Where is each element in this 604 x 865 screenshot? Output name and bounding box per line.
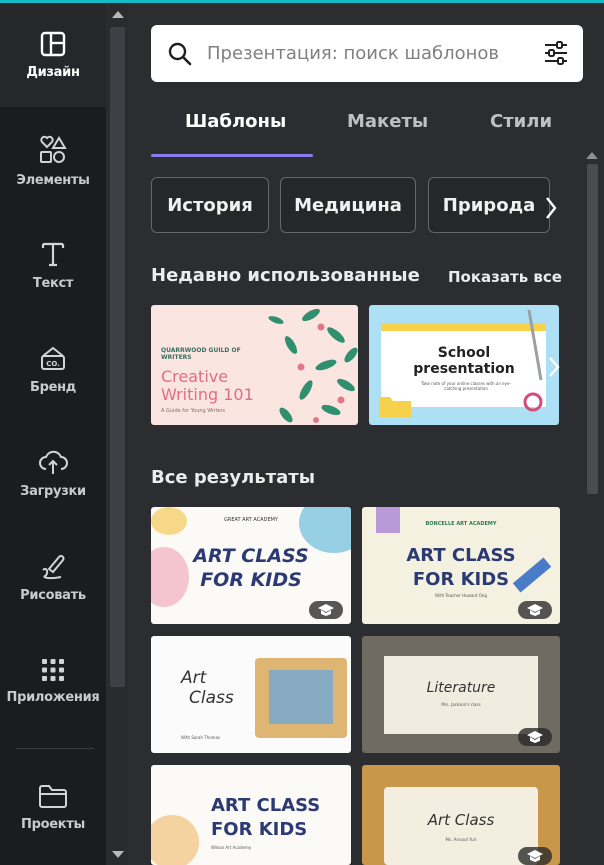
- tab-templates[interactable]: Шаблоны: [185, 111, 286, 132]
- card-title: Class: [189, 688, 234, 708]
- panel-scrollbar[interactable]: [584, 150, 600, 865]
- rail-label: Дизайн: [26, 64, 80, 80]
- card-brand: QUARRWOOD GUILD OF WRITERS: [161, 347, 241, 361]
- template-card[interactable]: Art Class Ms. Arnaud Yuri: [362, 765, 560, 865]
- template-card[interactable]: ART CLASS FOR KIDS Wilson Art Academy: [151, 765, 351, 865]
- chevron-right-icon[interactable]: [547, 355, 561, 379]
- card-title: FOR KIDS: [200, 569, 302, 591]
- search-bar[interactable]: [151, 25, 583, 82]
- side-rail: Дизайн Элементы Текст CO. Бренд Загрузки…: [0, 3, 106, 865]
- rail-label: Проекты: [21, 816, 85, 832]
- chip-history[interactable]: История: [151, 177, 269, 233]
- rail-label: Элементы: [16, 172, 90, 188]
- template-card[interactable]: BONCELLE ART ACADEMY ART CLASS FOR KIDS …: [362, 507, 560, 624]
- text-icon: [41, 242, 65, 266]
- design-panel: Шаблоны Макеты Стили История Медицина Пр…: [129, 3, 604, 865]
- folder-icon: [39, 784, 67, 808]
- card-title: Literature: [426, 680, 496, 696]
- template-card[interactable]: Art Class With Sarah Thomas: [151, 636, 351, 753]
- filter-icon[interactable]: [543, 41, 569, 65]
- rail-label: Рисовать: [20, 587, 86, 603]
- rail-divider: [16, 748, 94, 749]
- see-all-link[interactable]: Показать все: [448, 268, 562, 286]
- scrollbar-thumb[interactable]: [587, 164, 598, 494]
- chip-medicine[interactable]: Медицина: [280, 177, 416, 233]
- graduation-cap-icon: [318, 604, 334, 616]
- card-brand: GREAT ART ACADEMY: [224, 517, 278, 523]
- card-subtitle: With Sarah Thomas: [181, 735, 221, 740]
- recent-section-title: Недавно использованные: [151, 265, 420, 286]
- rail-item-apps[interactable]: Приложения: [0, 629, 106, 733]
- premium-badge: [309, 601, 343, 619]
- search-icon: [168, 42, 192, 65]
- card-subtitle: With Teacher Howard Ong: [435, 593, 487, 598]
- card-title: Writing 101: [161, 385, 254, 404]
- template-card[interactable]: Literature Mrs. Jackson's class: [362, 636, 560, 753]
- scroll-up-arrow-icon[interactable]: [586, 152, 598, 159]
- rail-item-elements[interactable]: Элементы: [0, 109, 106, 213]
- tab-layouts[interactable]: Макеты: [347, 111, 428, 132]
- card-title: Art Class: [427, 811, 495, 829]
- rail-item-text[interactable]: Текст: [0, 213, 106, 317]
- floral-decoration-icon: [268, 308, 358, 423]
- premium-badge: [518, 728, 552, 746]
- rail-label: Бренд: [29, 379, 76, 395]
- rail-item-uploads[interactable]: Загрузки: [0, 421, 106, 525]
- layout-icon: [40, 31, 66, 56]
- svg-text:CO.: CO.: [46, 360, 60, 368]
- panel-tabs: Шаблоны Макеты Стили: [151, 111, 591, 157]
- rail-label: Загрузки: [20, 483, 86, 499]
- card-subtitle: Take note of your online classes with an…: [421, 381, 511, 391]
- elements-icon: [40, 135, 67, 163]
- draw-icon: [42, 554, 65, 579]
- rail-label: Текст: [32, 275, 74, 291]
- apps-icon: [42, 658, 64, 681]
- recent-template-card[interactable]: QUARRWOOD GUILD OF WRITERS Creative Writ…: [151, 305, 358, 425]
- graduation-cap-icon: [527, 850, 543, 862]
- template-card[interactable]: GREAT ART ACADEMY ART CLASS FOR KIDS: [151, 507, 351, 624]
- card-subtitle: A Guide for Young Writers: [161, 408, 226, 414]
- card-subtitle: Mrs. Jackson's class: [441, 702, 481, 707]
- rail-item-design[interactable]: Дизайн: [0, 3, 106, 107]
- graduation-cap-icon: [527, 604, 543, 616]
- category-chips: История Медицина Природа: [151, 177, 571, 235]
- rail-scrollbar[interactable]: [107, 3, 129, 865]
- graduation-cap-icon: [527, 731, 543, 743]
- card-title: FOR KIDS: [211, 819, 308, 840]
- chevron-right-icon[interactable]: [543, 193, 559, 223]
- card-brand: BONCELLE ART ACADEMY: [425, 521, 497, 527]
- scroll-down-arrow-icon[interactable]: [112, 851, 124, 858]
- card-subtitle: Wilson Art Academy: [211, 845, 252, 850]
- active-tab-indicator: [151, 154, 313, 157]
- search-input[interactable]: [205, 42, 539, 65]
- recent-template-card[interactable]: School presentation Take note of your on…: [369, 305, 559, 425]
- scrollbar-thumb[interactable]: [110, 27, 125, 687]
- rail-item-projects[interactable]: Проекты: [0, 755, 106, 859]
- card-title: ART CLASS: [406, 545, 516, 566]
- premium-badge: [518, 847, 552, 865]
- card-title: presentation: [413, 361, 515, 377]
- card-subtitle: Ms. Arnaud Yuri: [445, 837, 477, 842]
- upload-icon: [39, 450, 68, 474]
- card-title: ART CLASS: [211, 795, 321, 816]
- card-title: Art: [181, 668, 207, 688]
- results-section-title: Все результаты: [151, 467, 316, 488]
- card-title: FOR KIDS: [412, 569, 510, 590]
- card-title: Creative: [161, 367, 229, 386]
- folder-icon: [379, 397, 411, 417]
- rail-label: Приложения: [6, 689, 100, 705]
- premium-badge: [518, 601, 552, 619]
- chip-nature[interactable]: Природа: [428, 177, 550, 233]
- tab-styles[interactable]: Стили: [490, 111, 552, 132]
- rail-item-draw[interactable]: Рисовать: [0, 525, 106, 629]
- card-title: ART CLASS: [193, 545, 309, 567]
- scroll-up-arrow-icon[interactable]: [112, 11, 124, 18]
- brand-icon: CO.: [41, 346, 65, 370]
- card-title: School: [437, 345, 491, 361]
- rail-item-brand[interactable]: CO. Бренд: [0, 317, 106, 421]
